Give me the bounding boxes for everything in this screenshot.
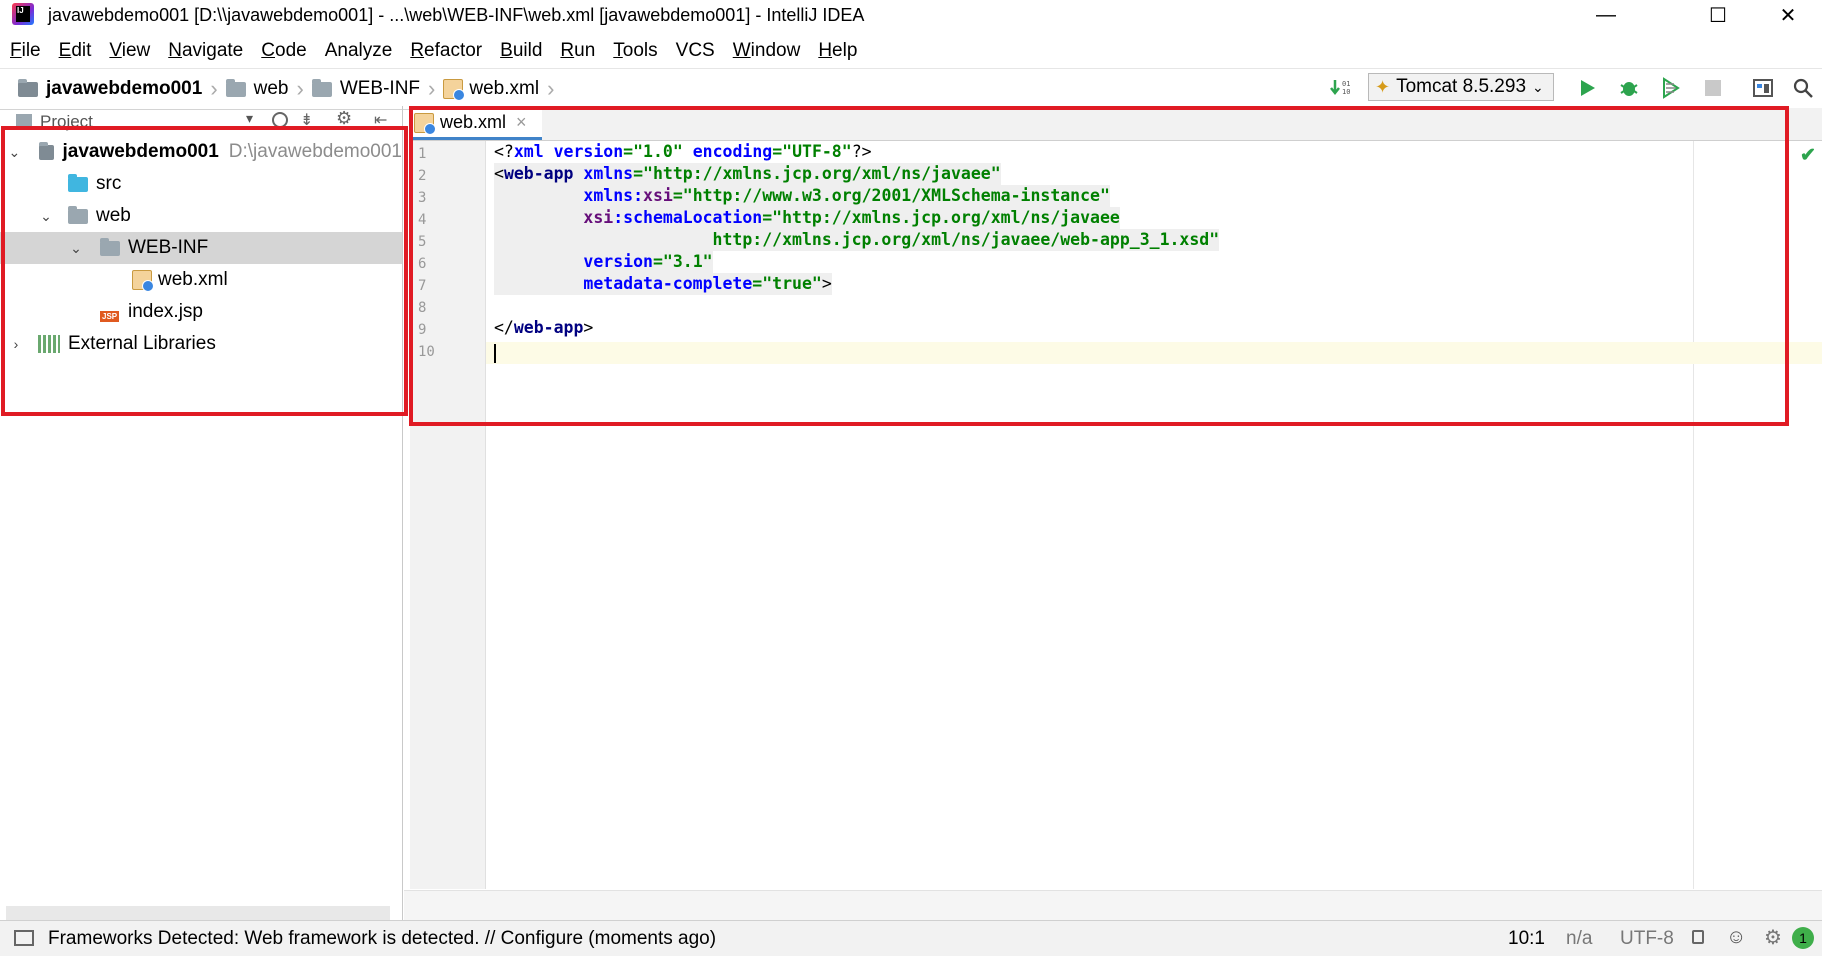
menu-build[interactable]: Build <box>490 36 550 66</box>
menu-analyze[interactable]: Analyze <box>315 36 401 66</box>
stop-icon[interactable] <box>1702 77 1724 99</box>
menu-label: un <box>574 40 596 61</box>
chevron-down-icon[interactable]: ▾ <box>246 110 253 127</box>
breadcrumb-separator: › <box>210 76 218 101</box>
menu-view[interactable]: View <box>99 36 158 66</box>
coverage-icon[interactable] <box>1660 77 1682 99</box>
breadcrumb-separator: › <box>428 76 436 101</box>
run-icon[interactable] <box>1576 77 1598 99</box>
menu-navigate[interactable]: Navigate <box>158 36 251 66</box>
highlight-box-editor <box>409 106 1789 426</box>
tomcat-icon: ✦ <box>1375 76 1391 97</box>
status-message[interactable]: Frameworks Detected: Web framework is de… <box>48 928 716 950</box>
menu-label: elp <box>832 40 858 61</box>
menu-code[interactable]: Code <box>251 36 314 66</box>
notifications-badge[interactable]: 1 <box>1792 927 1814 949</box>
inspection-ok-icon: ✔ <box>1800 145 1816 166</box>
run-configuration-select[interactable]: ✦ Tomcat 8.5.293 ⌄ <box>1368 73 1554 101</box>
menu-edit[interactable]: Edit <box>49 36 100 66</box>
folder-icon <box>225 78 246 97</box>
svg-text:10: 10 <box>1342 88 1350 96</box>
file-encoding[interactable]: UTF-8 <box>1620 928 1674 950</box>
menu-label: ools <box>622 40 658 61</box>
breadcrumb-item-web[interactable]: web <box>254 78 289 100</box>
maximize-button[interactable]: ☐ <box>1688 0 1748 30</box>
menu-label: indow <box>750 40 801 61</box>
menu-mnemonic: R <box>410 40 425 61</box>
chevron-down-icon: ⌄ <box>1532 78 1544 95</box>
menu-file[interactable]: File <box>0 36 49 66</box>
breadcrumb-separator: › <box>296 76 304 101</box>
menu-mnemonic: W <box>732 40 751 61</box>
menu-mnemonic: F <box>10 40 22 61</box>
vcs-update-icon[interactable]: 01 10 <box>1330 77 1352 99</box>
project-horizontal-scrollbar[interactable] <box>6 906 390 920</box>
xml-file-icon <box>443 79 466 101</box>
menu-label: efactor <box>424 40 483 61</box>
menu-window[interactable]: Window <box>723 36 809 66</box>
intellij-app-icon: IJ <box>12 3 34 25</box>
module-folder-icon <box>18 78 38 97</box>
breadcrumb-item-web-inf[interactable]: WEB-INF <box>340 78 420 100</box>
menu-label: iew <box>121 40 151 61</box>
menu-help[interactable]: Help <box>808 36 865 66</box>
run-config-label: Tomcat 8.5.293 <box>1396 76 1527 97</box>
window-title: javawebdemo001 [D:\\javawebdemo001] - ..… <box>48 5 865 25</box>
inspector-icon[interactable]: ☺ <box>1726 926 1746 949</box>
breadcrumb-separator: › <box>547 76 555 101</box>
breadcrumb-item-web-xml[interactable]: web.xml <box>469 78 539 100</box>
menu-label: VCS <box>675 40 715 61</box>
menu-mnemonic: C <box>261 40 275 61</box>
close-window-button[interactable]: ✕ <box>1758 0 1818 30</box>
menu-mnemonic: H <box>818 40 833 61</box>
breadcrumb: javawebdemo001 › web › WEB-INF › web.xml… <box>18 76 562 102</box>
menu-mnemonic: R <box>560 40 575 61</box>
editor-bottom-strip <box>404 890 1822 921</box>
line-separator[interactable]: n/a <box>1566 928 1592 950</box>
tool-windows-icon[interactable] <box>14 930 34 946</box>
folder-icon <box>311 78 332 97</box>
app-icon-label: IJ <box>16 6 30 22</box>
svg-text:01: 01 <box>1342 80 1350 88</box>
highlight-box-project <box>1 126 408 416</box>
project-structure-icon[interactable] <box>1752 77 1774 99</box>
menu-run[interactable]: Run <box>550 36 603 66</box>
breadcrumb-item-project[interactable]: javawebdemo001 <box>46 78 202 100</box>
menu-mnemonic: N <box>168 40 182 61</box>
menu-label: dit <box>71 40 92 61</box>
menu-bar: File Edit View Navigate Code Analyze Refactor B… <box>0 36 865 66</box>
menu-label: ode <box>275 40 307 61</box>
gear-icon[interactable]: ⚙ <box>1764 925 1782 950</box>
debug-icon[interactable] <box>1618 77 1640 99</box>
search-icon[interactable] <box>1792 77 1814 99</box>
minimize-button[interactable]: — <box>1576 0 1636 30</box>
menu-label: Analyze <box>324 40 393 61</box>
menu-mnemonic: E <box>58 40 72 61</box>
menu-label: uild <box>512 40 543 61</box>
menu-vcs[interactable]: VCS <box>666 36 723 66</box>
menu-mnemonic: V <box>109 40 122 61</box>
menu-label: avigate <box>181 40 244 61</box>
menu-tools[interactable]: Tools <box>603 36 665 66</box>
caret-position[interactable]: 10:1 <box>1508 928 1545 950</box>
menu-mnemonic: T <box>613 40 623 61</box>
status-bar: Frameworks Detected: Web framework is de… <box>0 920 1822 956</box>
menu-refactor[interactable]: Refactor <box>400 36 490 66</box>
menu-mnemonic: B <box>500 40 513 61</box>
menu-label: ile <box>21 40 41 61</box>
lock-icon[interactable] <box>1692 930 1704 944</box>
